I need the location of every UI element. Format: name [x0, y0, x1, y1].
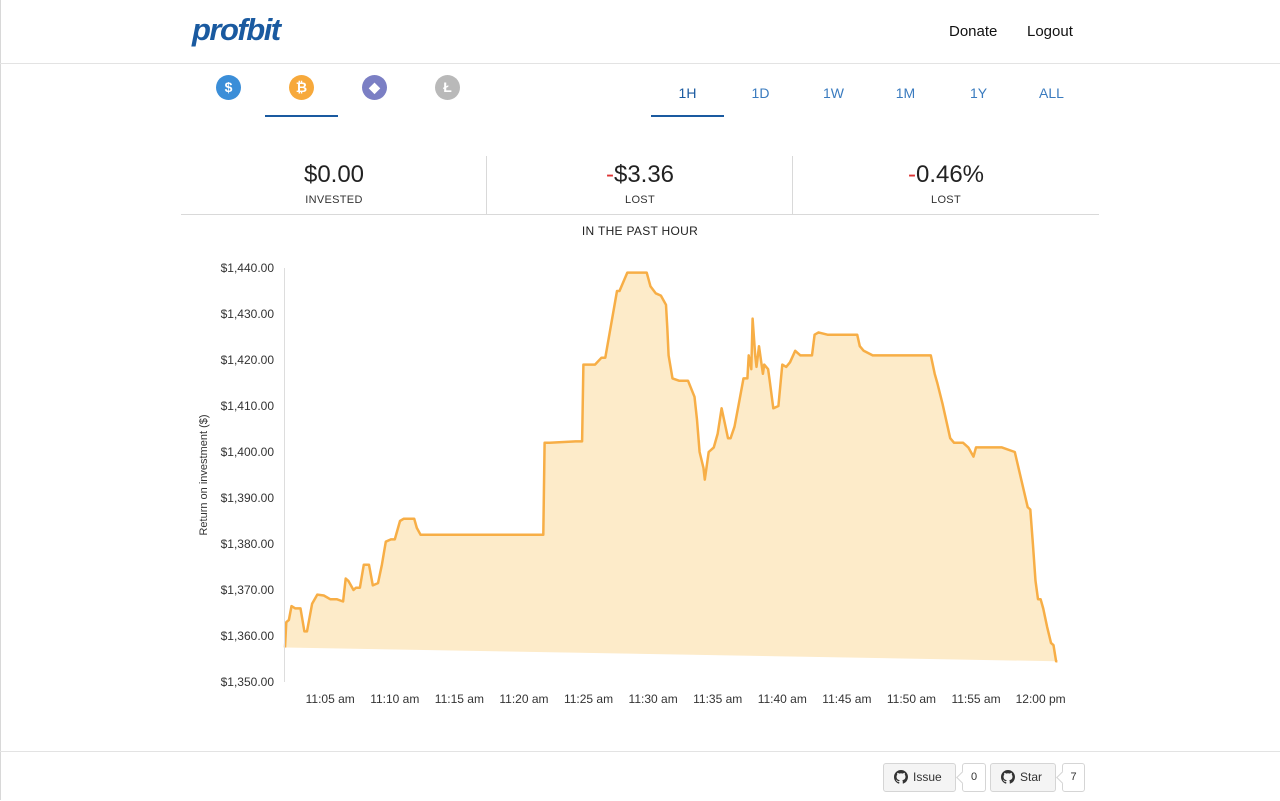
coin-tab-litecoin[interactable]: Ł [411, 64, 484, 116]
y-tick-label: $1,360.00 [221, 629, 275, 643]
range-tab-1w[interactable]: 1W [797, 64, 870, 116]
ethereum-icon: ◆ [362, 75, 387, 100]
range-tab-1y[interactable]: 1Y [942, 64, 1015, 116]
roi-area [285, 272, 1058, 662]
stat-invested: $0.00 INVESTED [181, 156, 487, 214]
litecoin-icon: Ł [435, 75, 460, 100]
range-tab-1h[interactable]: 1H [651, 64, 724, 117]
issue-count[interactable]: 0 [962, 763, 986, 792]
chart-title: IN THE PAST HOUR [581, 224, 699, 238]
y-tick-label: $1,350.00 [221, 675, 275, 689]
y-tick-label: $1,410.00 [221, 399, 275, 413]
top-header: profbit Donate Logout [0, 0, 1280, 64]
range-tab-all[interactable]: ALL [1015, 64, 1088, 116]
y-tick-label: $1,420.00 [221, 353, 275, 367]
github-star-button[interactable]: Star [990, 763, 1056, 792]
star-count[interactable]: 7 [1062, 763, 1085, 792]
bitcoin-icon: ₿ [289, 75, 314, 100]
dollar-icon: $ [216, 75, 241, 100]
x-tick-label: 11:05 am [306, 692, 355, 706]
footer: Issue 0 Star 7 [0, 751, 1280, 801]
coin-tab-bitcoin[interactable]: ₿ [265, 64, 338, 117]
y-tick-label: $1,440.00 [221, 261, 275, 275]
x-tick-label: 11:35 am [693, 692, 742, 706]
window-edge [0, 0, 1, 800]
donate-link[interactable]: Donate [949, 23, 997, 40]
y-tick-label: $1,430.00 [221, 307, 275, 321]
negative-sign: - [605, 161, 614, 188]
x-tick-label: 11:10 am [370, 692, 419, 706]
x-tick-label: 11:40 am [758, 692, 807, 706]
lost-percent-label: LOST [931, 194, 961, 206]
stats-bar: $0.00 INVESTED -$3.36 LOST -0.46% LOST [181, 156, 1099, 215]
lost-percent-number: 0.46% [915, 161, 985, 188]
x-tick-label: 11:55 am [951, 692, 1000, 706]
x-tick-label: 11:45 am [822, 692, 871, 706]
stat-lost-amount: -$3.36 LOST [486, 156, 793, 214]
x-tick-label: 11:25 am [564, 692, 613, 706]
x-tick-label: 11:50 am [887, 692, 936, 706]
invested-value: $0.00 [303, 161, 365, 188]
star-label: Star [1020, 770, 1043, 784]
y-tick-label: $1,380.00 [221, 537, 275, 551]
negative-sign: - [907, 161, 916, 188]
x-tick-label: 12:00 pm [1016, 692, 1066, 706]
lost-amount-number: $3.36 [613, 161, 675, 188]
profbit-logo[interactable]: profbit [192, 12, 281, 48]
y-axis-label: Return on investment ($) [198, 414, 210, 535]
coin-tab-usd[interactable]: $ [192, 64, 265, 116]
y-tick-label: $1,400.00 [221, 445, 275, 459]
stat-lost-percent: -0.46% LOST [792, 156, 1099, 214]
github-issue-button[interactable]: Issue [883, 763, 956, 792]
lost-percent-value: -0.46% [793, 161, 1099, 189]
invested-label: INVESTED [305, 194, 363, 206]
x-tick-label: 11:30 am [629, 692, 678, 706]
range-tab-1m[interactable]: 1M [869, 64, 942, 116]
y-tick-label: $1,370.00 [221, 583, 275, 597]
range-tab-1d[interactable]: 1D [724, 64, 797, 116]
logout-link[interactable]: Logout [1027, 23, 1073, 40]
lost-amount-value: -$3.36 [487, 161, 793, 189]
issue-label: Issue [913, 770, 942, 784]
coin-tab-ethereum[interactable]: ◆ [338, 64, 411, 116]
y-tick-label: $1,390.00 [221, 491, 275, 505]
github-icon [1001, 770, 1015, 784]
x-tick-label: 11:15 am [435, 692, 484, 706]
github-icon [894, 770, 908, 784]
lost-amount-label: LOST [625, 194, 655, 206]
chart-svg: $1,350.00 $1,360.00 $1,370.00 $1,380.00 $1,3… [198, 261, 1066, 706]
roi-chart[interactable]: $1,350.00 $1,360.00 $1,370.00 $1,380.00 $1,3… [190, 252, 1090, 722]
x-tick-label: 11:20 am [499, 692, 548, 706]
